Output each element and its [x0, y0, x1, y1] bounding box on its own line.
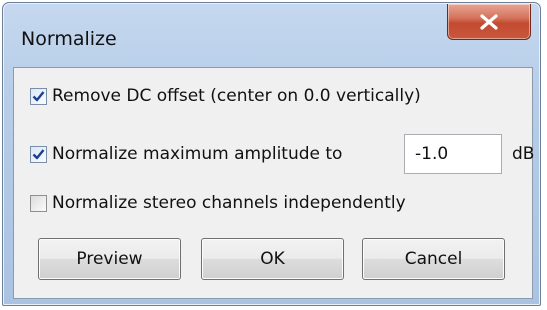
amplitude-unit-label: dB	[512, 144, 535, 164]
close-icon	[480, 13, 498, 30]
dialog-body: Remove DC offset (center on 0.0 vertical…	[13, 67, 535, 299]
cancel-button[interactable]: Cancel	[362, 238, 505, 280]
stereo-independent-checkbox[interactable]	[30, 194, 47, 212]
stereo-independent-label: Normalize stereo channels independently	[52, 193, 406, 213]
remove-dc-offset-option[interactable]: Remove DC offset (center on 0.0 vertical…	[30, 86, 421, 106]
preview-button[interactable]: Preview	[38, 238, 181, 280]
remove-dc-offset-label: Remove DC offset (center on 0.0 vertical…	[52, 86, 421, 106]
normalize-amplitude-option[interactable]: Normalize maximum amplitude to	[30, 144, 342, 164]
amplitude-input[interactable]: -1.0	[404, 134, 502, 174]
normalize-amplitude-checkbox[interactable]	[30, 145, 47, 163]
checkmark-icon	[32, 148, 45, 159]
remove-dc-offset-checkbox[interactable]	[30, 87, 47, 105]
window-title: Normalize	[21, 28, 117, 50]
ok-button[interactable]: OK	[201, 238, 344, 280]
stereo-independent-option[interactable]: Normalize stereo channels independently	[30, 193, 406, 213]
normalize-dialog: Normalize Remove DC offset (center on 0.…	[2, 2, 541, 306]
checkmark-icon	[32, 90, 45, 101]
normalize-amplitude-label: Normalize maximum amplitude to	[52, 144, 343, 164]
close-button[interactable]	[447, 4, 531, 40]
